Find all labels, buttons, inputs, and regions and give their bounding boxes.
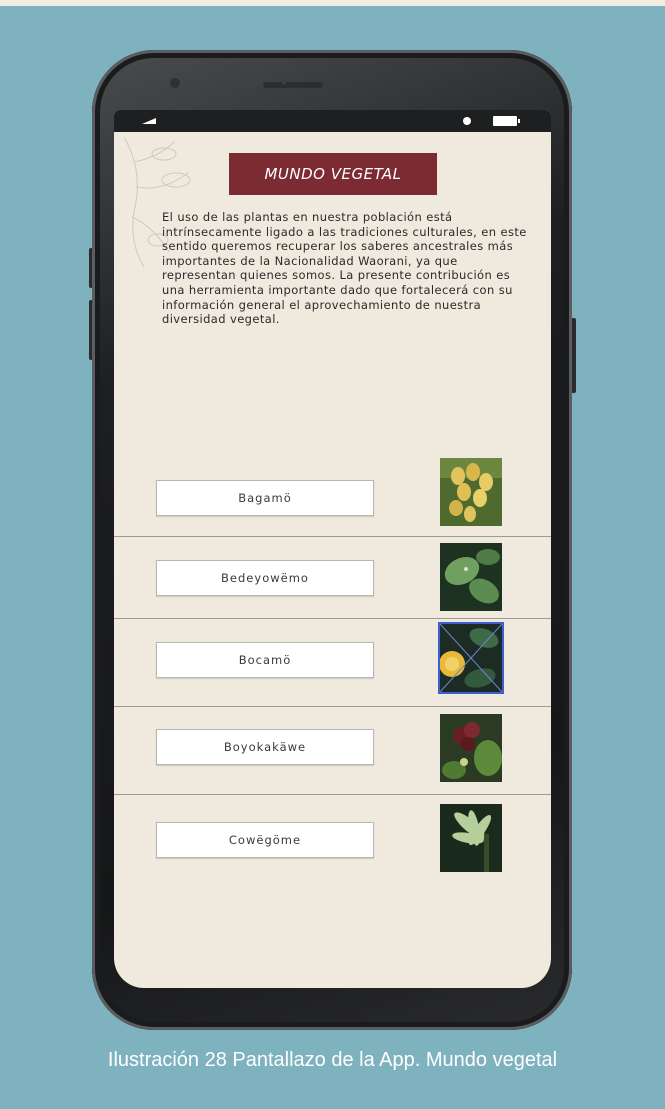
green-leaves-image <box>440 543 502 611</box>
notification-dot-icon <box>463 117 471 125</box>
top-border <box>0 0 665 6</box>
plant-button-label: Boyokakäwe <box>223 740 307 754</box>
palm-leaves-image <box>440 804 502 872</box>
plant-thumbnail-bedeyowemo[interactable] <box>440 543 502 611</box>
plant-thumbnail-cowegome[interactable] <box>440 804 502 872</box>
yellow-fruit-image <box>440 458 502 526</box>
phone-screen: MUNDO VEGETAL El uso de las plantas en n… <box>114 110 551 988</box>
sensor-dot <box>282 81 286 85</box>
status-bar <box>114 110 551 132</box>
row-divider <box>114 536 551 537</box>
plant-button-bedeyowemo[interactable]: Bedeyowëmo <box>156 560 374 596</box>
plant-button-label: Bocamö <box>238 653 292 667</box>
signal-icon <box>142 118 156 124</box>
plant-thumbnail-bocamo[interactable] <box>438 622 504 694</box>
speaker-grille <box>263 82 323 88</box>
page-title: MUNDO VEGETAL <box>229 153 437 195</box>
citrus-fruit-image <box>440 624 502 692</box>
battery-icon <box>493 116 520 126</box>
row-divider <box>114 706 551 707</box>
plant-button-cowegome[interactable]: Cowëgöme <box>156 822 374 858</box>
plant-button-boyokakawe[interactable]: Boyokakäwe <box>156 729 374 765</box>
plant-thumbnail-bagamo[interactable] <box>440 458 502 526</box>
page-title-text: MUNDO VEGETAL <box>264 165 402 183</box>
plant-button-label: Bagamö <box>238 491 292 505</box>
plant-thumbnail-boyokakawe[interactable] <box>440 714 502 782</box>
plant-button-bagamo[interactable]: Bagamö <box>156 480 374 516</box>
figure-caption: Ilustración 28 Pantallazo de la App. Mun… <box>107 1049 558 1071</box>
plant-button-label: Bedeyowëmo <box>221 571 309 585</box>
row-divider <box>114 794 551 795</box>
camera-icon <box>170 78 180 88</box>
plant-button-label: Cowëgöme <box>228 833 302 847</box>
row-divider <box>114 618 551 619</box>
plant-button-bocamo[interactable]: Bocamö <box>156 642 374 678</box>
intro-paragraph: El uso de las plantas en nuestra poblaci… <box>162 210 527 327</box>
dark-fruit-image <box>440 714 502 782</box>
